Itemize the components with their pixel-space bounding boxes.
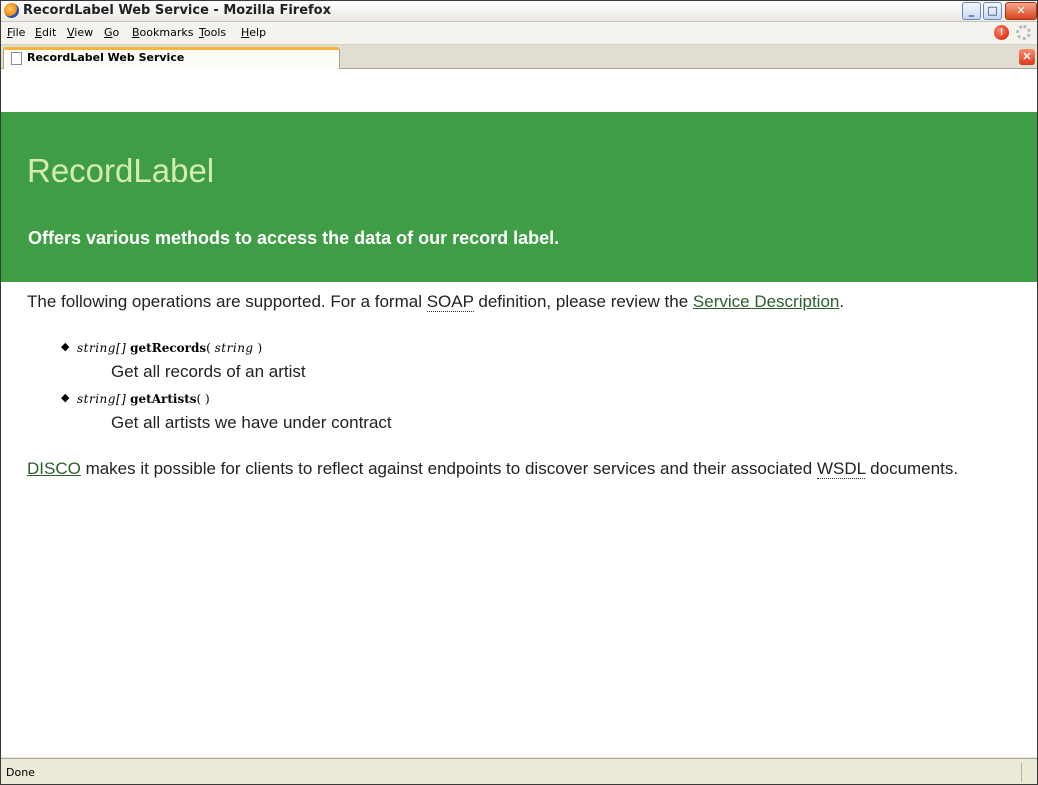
operation-name-link[interactable]: getRecords bbox=[130, 341, 206, 355]
disco-suffix: documents. bbox=[865, 459, 959, 478]
menu-tools[interactable]: Tools bbox=[199, 26, 226, 39]
menu-file-label: ile bbox=[12, 26, 26, 39]
open-paren: ( bbox=[206, 341, 211, 355]
return-type: string[] bbox=[77, 341, 127, 355]
tab-strip: RecordLabel Web Service ✕ bbox=[1, 45, 1037, 69]
intro-text: The following operations are supported. … bbox=[27, 292, 844, 312]
operation-description: Get all records of an artist bbox=[111, 362, 306, 381]
return-type: string[] bbox=[77, 392, 127, 406]
browser-window: RecordLabel Web Service - Mozilla Firefo… bbox=[0, 0, 1038, 785]
intro-suffix: . bbox=[839, 292, 845, 311]
service-title: RecordLabel bbox=[27, 152, 215, 189]
menu-edit-label: dit bbox=[41, 26, 57, 39]
status-text: Done bbox=[6, 766, 35, 779]
close-paren: ) bbox=[257, 341, 263, 355]
menu-help-label: elp bbox=[249, 26, 267, 39]
menu-bookmarks-label: ookmarks bbox=[139, 26, 194, 39]
menu-view-label: iew bbox=[74, 26, 94, 39]
menu-bookmarks[interactable]: Bookmarks bbox=[132, 26, 193, 39]
disco-link[interactable]: DISCO bbox=[27, 459, 81, 478]
close-button[interactable]: ✕ bbox=[1005, 2, 1037, 20]
menu-go[interactable]: Go bbox=[104, 26, 119, 39]
menu-view[interactable]: View bbox=[67, 26, 93, 39]
intro-prefix: The following operations are supported. … bbox=[27, 292, 427, 311]
close-tab-button[interactable]: ✕ bbox=[1019, 49, 1035, 65]
tab-label: RecordLabel Web Service bbox=[27, 51, 185, 64]
wsdl-abbr: WSDL bbox=[816, 459, 866, 479]
page-content: RecordLabel Offers various methods to ac… bbox=[1, 69, 1037, 757]
service-description-link[interactable]: Service Description bbox=[693, 292, 839, 311]
minimize-button[interactable]: _ bbox=[962, 2, 981, 20]
menu-bar: File Edit View Go Bookmarks Tools Help ! bbox=[1, 22, 1037, 45]
disco-paragraph: DISCO makes it possible for clients to r… bbox=[27, 458, 1007, 480]
menu-edit-mnemonic: E bbox=[35, 26, 42, 39]
tab-recordlabel[interactable]: RecordLabel Web Service bbox=[3, 47, 340, 69]
page-icon bbox=[11, 52, 22, 65]
bullet-icon: ◆ bbox=[61, 341, 70, 353]
operation-name-link[interactable]: getArtists bbox=[130, 392, 196, 406]
menu-help[interactable]: Help bbox=[241, 26, 266, 39]
operation-description: Get all artists we have under contract bbox=[111, 413, 392, 432]
firefox-icon bbox=[4, 3, 19, 18]
service-subtitle: Offers various methods to access the dat… bbox=[28, 228, 560, 248]
menu-tools-label: ools bbox=[203, 26, 227, 39]
status-divider bbox=[1021, 763, 1022, 782]
bullet-icon: ◆ bbox=[61, 392, 70, 404]
status-bar: Done bbox=[1, 758, 1037, 784]
title-bar[interactable]: RecordLabel Web Service - Mozilla Firefo… bbox=[1, 1, 1037, 22]
intro-middle: definition, please review the bbox=[473, 292, 693, 311]
soap-abbr: SOAP bbox=[426, 292, 474, 312]
open-paren: ( bbox=[196, 392, 202, 406]
operation-signature: string[] getRecords( string ) bbox=[77, 341, 262, 355]
operation-signature: string[] getArtists( ) bbox=[77, 392, 210, 406]
disco-text: makes it possible for clients to reflect… bbox=[80, 459, 817, 478]
param-type: string bbox=[214, 341, 254, 355]
throbber-icon bbox=[1016, 25, 1031, 40]
stop-icon[interactable]: ! bbox=[994, 25, 1009, 40]
close-paren: ) bbox=[205, 392, 210, 406]
maximize-button[interactable]: □ bbox=[983, 2, 1002, 20]
window-title: RecordLabel Web Service - Mozilla Firefo… bbox=[23, 3, 331, 18]
menu-file[interactable]: File bbox=[7, 26, 25, 39]
menu-edit[interactable]: Edit bbox=[35, 26, 56, 39]
menu-bookmarks-mnemonic: B bbox=[132, 26, 140, 39]
menu-go-mnemonic: G bbox=[104, 26, 113, 39]
menu-go-label: o bbox=[112, 26, 120, 39]
service-header: RecordLabel Offers various methods to ac… bbox=[1, 112, 1037, 282]
